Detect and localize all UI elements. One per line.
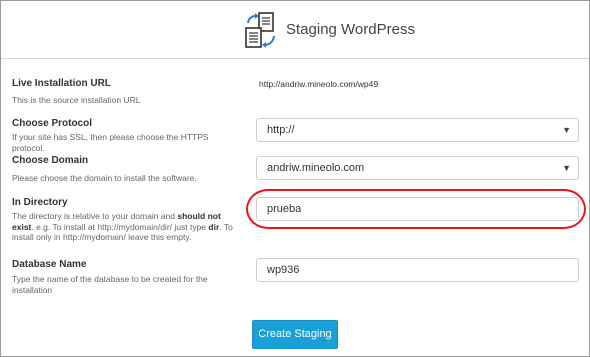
directory-label: In Directory: [12, 197, 68, 208]
directory-help: The directory is relative to your domain…: [12, 211, 233, 242]
database-field[interactable]: [256, 258, 579, 282]
directory-input[interactable]: [257, 198, 578, 220]
page-title: Staging WordPress: [286, 21, 415, 38]
protocol-select-value: http://: [267, 124, 295, 136]
live-url-help: This is the source installation URL: [12, 95, 141, 105]
live-url-value: http://andriw.mineolo.com/wp49: [259, 79, 379, 89]
live-url-label: Live Installation URL: [12, 78, 111, 89]
domain-help: Please choose the domain to install the …: [12, 173, 197, 183]
database-input[interactable]: [257, 259, 578, 281]
staging-documents-icon: [243, 11, 279, 51]
database-help: Type the name of the database to be crea…: [12, 274, 208, 295]
chevron-down-icon: ▼: [562, 125, 571, 135]
domain-select[interactable]: andriw.mineolo.com ▼: [256, 156, 579, 180]
protocol-help: If your site has SSL, then please choose…: [12, 132, 209, 153]
protocol-label: Choose Protocol: [12, 118, 93, 129]
domain-label: Choose Domain: [12, 155, 89, 166]
protocol-select[interactable]: http:// ▼: [256, 118, 579, 142]
header-divider: [1, 58, 589, 59]
domain-select-value: andriw.mineolo.com: [267, 162, 365, 174]
directory-field[interactable]: [256, 197, 579, 221]
database-label: Database Name: [12, 259, 87, 270]
staging-panel: Staging WordPress Live Installation URL …: [0, 0, 590, 357]
panel-header: Staging WordPress: [1, 1, 589, 59]
create-staging-button[interactable]: Create Staging: [252, 320, 338, 349]
chevron-down-icon: ▼: [562, 163, 571, 173]
